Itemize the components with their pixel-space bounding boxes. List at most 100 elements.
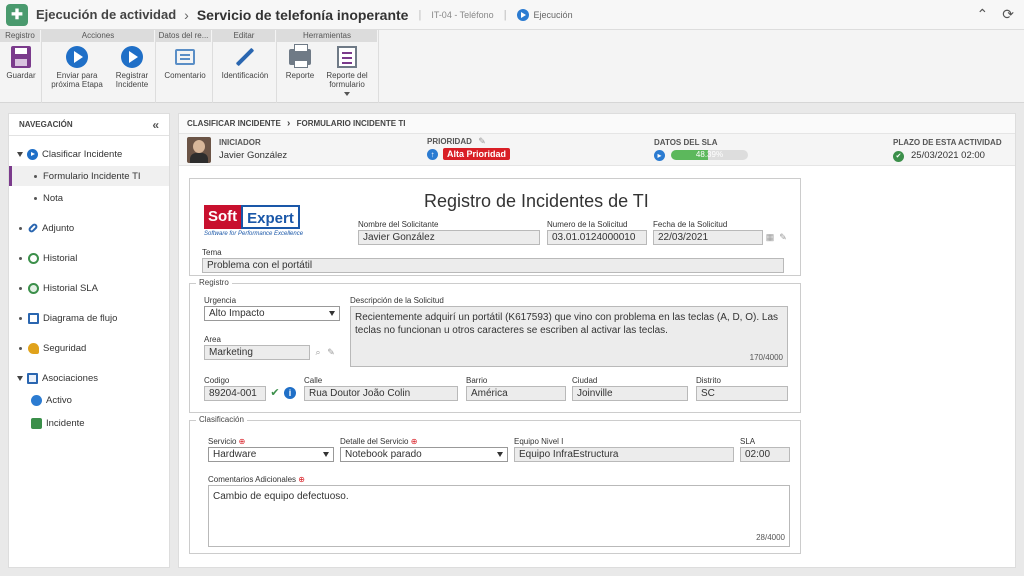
arrow-right-icon	[121, 46, 143, 68]
divider: |	[418, 8, 422, 21]
info-icon[interactable]: i	[284, 387, 296, 399]
edit-pencil-icon[interactable]: ✎	[477, 136, 487, 146]
detalle-select[interactable]: Notebook parado	[340, 447, 508, 462]
printer-icon	[289, 44, 311, 68]
equipo-field[interactable]: Equipo InfraEstructura	[514, 447, 734, 462]
nav-item-nota[interactable]: Nota	[9, 188, 169, 208]
save-button[interactable]: Guardar	[4, 44, 38, 80]
form-report-button[interactable]: Reporte del formulario	[321, 44, 373, 96]
search-icon[interactable]: ⌕	[313, 347, 323, 357]
descripcion-label: Descripción de la Solicitud	[350, 296, 444, 305]
nav-item-clasificar-incidente[interactable]: Clasificar Incidente	[9, 144, 169, 164]
priority-badge: Alta Prioridad	[443, 148, 511, 160]
dropdown-arrow-icon[interactable]	[344, 92, 350, 96]
nav-item-historial-sla[interactable]: Historial SLA	[9, 278, 169, 298]
bullet	[19, 316, 22, 320]
distrito-field[interactable]: SC	[696, 386, 788, 401]
urgencia-select[interactable]: Alto Impacto	[204, 306, 340, 321]
breadcrumb-item[interactable]: CLASIFICAR INCIDENTE	[187, 119, 281, 128]
servicio-select[interactable]: Hardware	[208, 447, 334, 462]
clear-icon[interactable]: ✎	[778, 232, 788, 242]
play-icon	[516, 8, 529, 21]
sla-label: DATOS DEL SLA	[654, 138, 718, 147]
nav-label: Clasificar Incidente	[42, 148, 123, 160]
expand-arrow-icon[interactable]	[17, 151, 23, 157]
logo-tagline: Software for Performance Excellence	[204, 231, 304, 237]
comentarios-textarea[interactable]: Cambio de equipo defectuoso. 28/4000	[208, 485, 790, 547]
breadcrumb-separator: ›	[287, 118, 291, 129]
calle-field[interactable]: Rua Doutor João Colin	[304, 386, 458, 401]
sla-field[interactable]: 02:00	[740, 447, 790, 462]
register-incident-button[interactable]: Registrar Incidente	[110, 44, 154, 89]
deadline-value: 25/03/2021 02:00	[911, 150, 985, 161]
send-next-stage-button[interactable]: Enviar para próxima Etapa	[46, 44, 108, 89]
group-acciones: Acciones Enviar para próxima Etapa Regis…	[42, 30, 156, 103]
distrito-label: Distrito	[696, 376, 721, 385]
barrio-field[interactable]: América	[466, 386, 566, 401]
detalle-label-text: Detalle del Servicio	[340, 437, 409, 446]
collapse-icon[interactable]: ⌃	[977, 6, 989, 23]
nav-item-formulario[interactable]: Formulario Incidente TI	[9, 166, 169, 186]
process-code: IT-04 - Teléfono	[431, 9, 494, 20]
refresh-icon[interactable]: ⟳	[1002, 6, 1014, 23]
char-counter: 28/4000	[756, 533, 785, 542]
area-label: Area	[204, 335, 221, 344]
tema-field[interactable]: Problema con el portátil	[202, 258, 784, 273]
clear-icon[interactable]: ✎	[326, 347, 336, 357]
descripcion-textarea[interactable]: Recientemente adquirí un portátil (K6175…	[350, 306, 788, 367]
breadcrumb: CLASIFICAR INCIDENTE › FORMULARIO INCIDE…	[179, 114, 1015, 134]
barrio-label: Barrio	[466, 376, 488, 385]
nav-item-seguridad[interactable]: Seguridad	[9, 338, 169, 358]
sla-field-label: SLA	[740, 437, 756, 446]
identification-button[interactable]: Identificación	[217, 44, 273, 80]
expand-arrow-icon[interactable]	[17, 375, 23, 381]
codigo-label: Codigo	[204, 376, 230, 385]
area-field[interactable]: Marketing	[204, 345, 310, 360]
char-counter: 170/4000	[749, 353, 783, 362]
asset-icon	[31, 394, 42, 406]
sla-percent: 48.39%	[695, 150, 724, 159]
nav-label: Incidente	[46, 417, 85, 429]
calle-label: Calle	[304, 376, 323, 385]
group-registro: Registro Guardar	[0, 30, 42, 103]
nav-item-adjunto[interactable]: Adjunto	[9, 218, 169, 238]
bullet	[34, 174, 37, 178]
group-editar: Editar Identificación	[213, 30, 277, 103]
registro-legend: Registro	[196, 278, 232, 287]
numero-field[interactable]: 03.01.0124000010	[547, 230, 647, 245]
tema-label: Tema	[202, 248, 222, 257]
identification-label: Identificación	[221, 71, 269, 80]
paperclip-icon	[27, 222, 39, 234]
form-report-label: Reporte del formulario	[326, 71, 368, 89]
codigo-field[interactable]: 89204-001	[204, 386, 266, 401]
send-label: Enviar para próxima Etapa	[51, 71, 103, 89]
navigation-title: NAVEGACIÓN	[19, 120, 73, 129]
register-label: Registrar Incidente	[115, 71, 149, 89]
fecha-field[interactable]: 22/03/2021	[653, 230, 763, 245]
bullet	[19, 226, 22, 230]
nav-item-historial[interactable]: Historial	[9, 248, 169, 268]
comentarios-text: Cambio de equipo defectuoso.	[213, 491, 349, 502]
group-title: Acciones	[42, 30, 155, 42]
collapse-sidebar-icon[interactable]: «	[152, 114, 159, 136]
save-label: Guardar	[6, 71, 36, 80]
play-icon: ▸	[654, 150, 665, 161]
calendar-icon[interactable]: ▦	[765, 232, 775, 242]
navigation-header: NAVEGACIÓN «	[9, 114, 169, 136]
pen-icon	[235, 47, 255, 67]
nav-item-activo[interactable]: Activo	[9, 390, 169, 410]
nav-item-incidente[interactable]: Incidente	[9, 413, 169, 433]
report-button[interactable]: Reporte	[281, 44, 319, 80]
flowchart-icon	[28, 312, 39, 324]
clasificacion-legend: Clasificación	[196, 415, 247, 424]
app-logo-icon: ✚	[6, 3, 28, 26]
nav-item-asociaciones[interactable]: Asociaciones	[9, 368, 169, 388]
check-circle-icon: ✔	[893, 151, 904, 162]
info-bar: INICIADOR Javier González PRIORIDAD ✎ ↑ …	[179, 134, 1015, 166]
comment-label: Comentario	[164, 71, 206, 80]
nav-item-diagrama[interactable]: Diagrama de flujo	[9, 308, 169, 328]
solicitante-field[interactable]: Javier González	[358, 230, 540, 245]
arrow-right-icon	[66, 46, 88, 68]
comment-button[interactable]: Comentario	[160, 44, 210, 80]
ciudad-field[interactable]: Joinville	[572, 386, 688, 401]
